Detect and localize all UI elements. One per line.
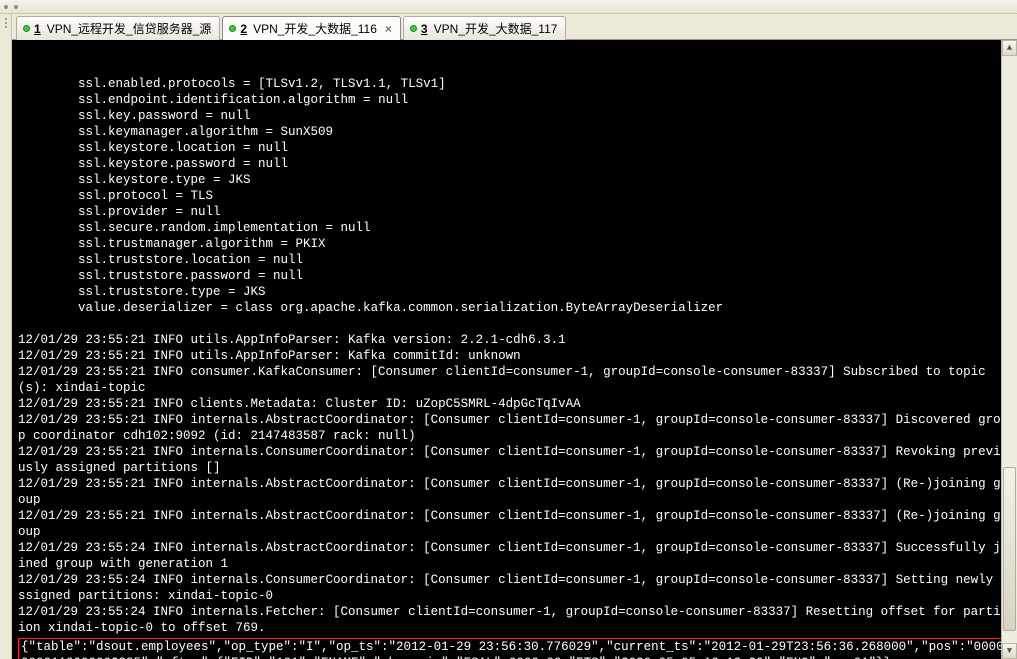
scroll-thumb[interactable] [1003,467,1016,631]
left-gutter [0,14,12,659]
tab-number: 1 [34,22,41,36]
status-bullet-icon [229,25,236,32]
close-icon[interactable]: × [385,22,392,36]
terminal-pane[interactable]: ssl.enabled.protocols = [TLSv1.2, TLSv1.… [12,40,1017,659]
tab-1[interactable]: 2 VPN_开发_大数据_116 × [222,16,401,40]
status-bullet-icon [410,25,417,32]
top-toolbar [0,0,1017,14]
tab-number: 3 [421,22,428,36]
scroll-down-button[interactable]: ▼ [1002,643,1017,659]
tab-number: 2 [240,22,247,36]
terminal-log-text: ssl.enabled.protocols = [TLSv1.2, TLSv1.… [18,76,1011,636]
toolbar-dot [14,5,18,9]
tab-label: VPN_开发_大数据_116 [253,20,377,37]
tab-2[interactable]: 3 VPN_开发_大数据_117 [403,16,567,40]
scroll-up-button[interactable]: ▲ [1002,40,1017,56]
terminal-content: ssl.enabled.protocols = [TLSv1.2, TLSv1.… [18,76,1011,659]
vertical-scrollbar[interactable]: ▲ ▼ [1001,40,1017,659]
toolbar-dot [4,5,8,9]
tab-bar: 1 VPN_远程开发_信贷服务器_源 2 VPN_开发_大数据_116 × 3 VPN_开发… [12,14,1017,40]
highlighted-output: {"table":"dsout.employees","op_type":"I"… [18,638,1011,659]
tab-label: VPN_开发_大数据_117 [434,20,558,37]
tab-0[interactable]: 1 VPN_远程开发_信贷服务器_源 [16,16,220,40]
status-bullet-icon [23,25,30,32]
tab-label: VPN_远程开发_信贷服务器_源 [47,20,212,37]
scroll-track[interactable] [1002,56,1017,643]
